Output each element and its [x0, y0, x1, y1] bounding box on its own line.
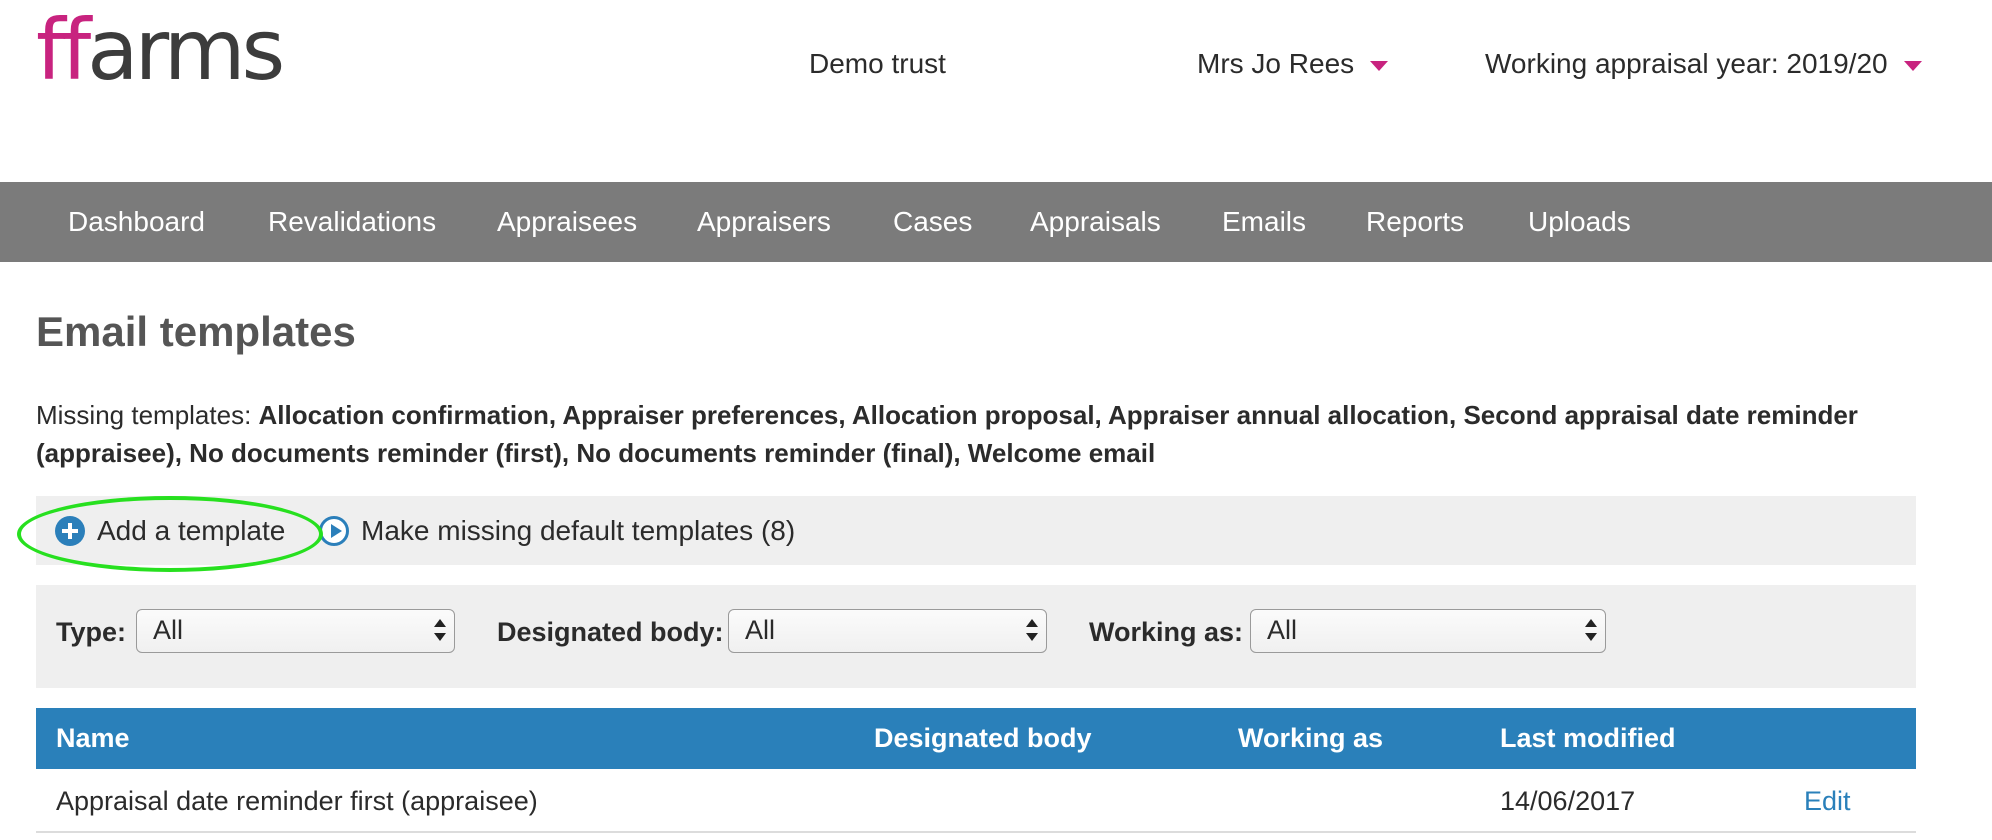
play-circle-icon — [319, 515, 349, 546]
template-last-modified: 14/06/2017 — [1500, 786, 1636, 816]
nav-appraisals[interactable]: Appraisals — [1030, 182, 1161, 262]
missing-templates-notice: Missing templates: Allocation confirmati… — [36, 396, 1956, 472]
trust-name: Demo trust — [809, 48, 946, 79]
designated-body-select[interactable]: All — [728, 609, 1047, 653]
add-template-label: Add a template — [97, 514, 286, 546]
add-template-button[interactable]: Add a template — [55, 496, 285, 565]
nav-reports[interactable]: Reports — [1366, 182, 1464, 262]
working-as-filter-label: Working as: — [1089, 617, 1244, 647]
templates-table-header: Name Designated body Working as Last mod… — [36, 708, 1916, 769]
make-default-templates-button[interactable]: Make missing default templates (8) — [319, 496, 795, 565]
user-menu-label: Mrs Jo Rees — [1197, 48, 1355, 79]
type-select[interactable]: All — [136, 609, 455, 653]
appraisal-year-menu[interactable]: Working appraisal year: 2019/20 — [1485, 48, 1922, 80]
select-arrows-icon — [1026, 619, 1038, 643]
missing-templates-list: Allocation confirmation, Appraiser prefe… — [36, 400, 1858, 468]
table-row: Appraisal date reminder first (appraisee… — [36, 769, 1916, 833]
nav-dashboard[interactable]: Dashboard — [68, 182, 205, 262]
caret-down-icon — [1370, 61, 1389, 71]
app-header: ffarms Demo trust Mrs Jo Rees Working ap… — [0, 0, 1992, 182]
edit-link[interactable]: Edit — [1804, 769, 1851, 833]
actions-bar: Add a template Make missing default temp… — [36, 496, 1916, 565]
make-default-templates-label: Make missing default templates (8) — [361, 514, 796, 546]
column-header-last-modified[interactable]: Last modified — [1500, 708, 1676, 769]
type-select-value: All — [153, 615, 184, 645]
page-title: Email templates — [36, 308, 356, 355]
filters-bar: Type: All Designated body: All Working a… — [36, 585, 1916, 688]
nav-appraisees[interactable]: Appraisees — [497, 182, 637, 262]
ffarms-logo[interactable]: ffarms — [36, 8, 285, 92]
type-filter-label: Type: — [56, 617, 127, 647]
caret-down-icon — [1903, 61, 1922, 71]
working-as-select-value: All — [1267, 615, 1298, 645]
logo-arms: arms — [87, 1, 285, 99]
working-as-select[interactable]: All — [1250, 609, 1606, 653]
missing-templates-label: Missing templates: — [36, 400, 259, 430]
plus-circle-icon — [55, 515, 85, 546]
nav-appraisers[interactable]: Appraisers — [697, 182, 831, 262]
nav-uploads[interactable]: Uploads — [1528, 182, 1631, 262]
select-arrows-icon — [434, 619, 446, 643]
designated-body-filter-label: Designated body: — [497, 617, 724, 647]
select-arrows-icon — [1585, 619, 1597, 643]
main-nav: Dashboard Revalidations Appraisees Appra… — [0, 182, 1992, 262]
column-header-designated-body[interactable]: Designated body — [874, 708, 1092, 769]
logo-ff: ff — [36, 1, 91, 99]
nav-cases[interactable]: Cases — [893, 182, 972, 262]
designated-body-select-value: All — [745, 615, 776, 645]
column-header-name[interactable]: Name — [56, 708, 130, 769]
appraisal-year-label: Working appraisal year: 2019/20 — [1485, 48, 1888, 79]
column-header-working-as[interactable]: Working as — [1238, 708, 1383, 769]
nav-emails[interactable]: Emails — [1222, 182, 1306, 262]
template-name: Appraisal date reminder first (appraisee… — [56, 786, 538, 816]
user-menu[interactable]: Mrs Jo Rees — [1197, 48, 1389, 80]
nav-revalidations[interactable]: Revalidations — [268, 182, 436, 262]
